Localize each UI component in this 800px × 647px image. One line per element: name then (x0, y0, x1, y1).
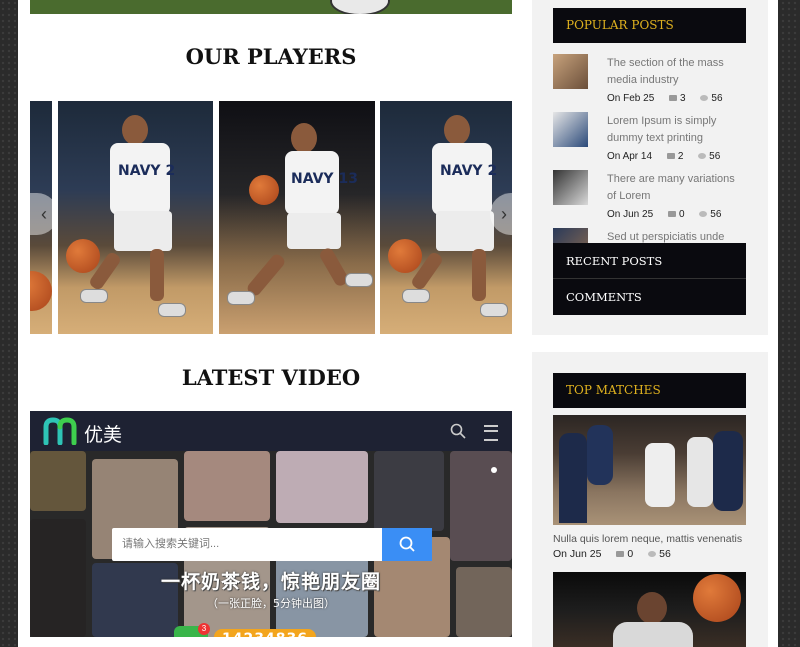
post-title[interactable]: Sed ut perspiciatis unde (607, 229, 743, 243)
match-thumbnail[interactable] (553, 415, 746, 525)
sidebar-posts-widget: POPULAR POSTS The section of the mass me… (532, 0, 768, 335)
comment-icon (616, 551, 625, 558)
match-title[interactable]: Nulla quis lorem neque, mattis venenatis (553, 533, 753, 545)
players-carousel[interactable]: NAVY 2 NAVY 13 NAVY 2 (30, 101, 512, 334)
brand-logo-icon (43, 417, 77, 445)
view-count: 56 (659, 548, 671, 560)
post-thumbnail[interactable] (553, 54, 588, 89)
post-thumbnail[interactable] (553, 170, 588, 205)
video-search-input[interactable]: 请输入搜索关键词... (112, 528, 382, 561)
match-thumbnail[interactable] (553, 572, 746, 647)
phone-number-badge[interactable]: 14234836 (214, 629, 316, 637)
popular-posts-title: POPULAR POSTS (553, 8, 746, 43)
list-item[interactable]: The section of the mass media industry O… (553, 43, 746, 104)
page: OUR PLAYERS NAVY 2 NAVY 13 NAVY 2 ‹ › LA… (18, 0, 778, 647)
menu-icon[interactable] (484, 425, 498, 441)
video-search-button[interactable] (382, 528, 432, 561)
search-icon[interactable] (450, 423, 466, 439)
top-matches-title: TOP MATCHES (553, 373, 746, 408)
video-brand-name: 优美 (84, 424, 123, 446)
video-banner-subtitle: （一张正脸，5分钟出图） (207, 597, 335, 610)
search-icon (399, 536, 415, 552)
slide-indicator-dot[interactable] (491, 467, 497, 473)
video-embed[interactable]: 优美 请输入搜索关键词... 一杯奶茶钱，惊艳朋友圈 （一张正脸，5分钟出图） … (30, 411, 512, 637)
eye-icon (648, 551, 657, 558)
post-thumbnail[interactable] (553, 228, 588, 243)
video-section-title: LATEST VIDEO (181, 365, 361, 390)
match-meta: On Jun 25 0 56 (553, 548, 671, 560)
tab-recent-posts[interactable]: RECENT POSTS (553, 243, 746, 279)
match-date: On Jun 25 (553, 548, 602, 560)
player-slide[interactable]: NAVY 13 (219, 101, 375, 334)
players-section-title: OUR PLAYERS (185, 44, 357, 69)
jersey-text: NAVY 2 (440, 163, 498, 179)
post-title[interactable]: Lorem Ipsum is simply dummy text printin… (607, 113, 743, 147)
list-item[interactable]: Lorem Ipsum is simply dummy text printin… (553, 101, 746, 162)
post-title[interactable]: The section of the mass media industry (607, 55, 743, 89)
tab-comments[interactable]: COMMENTS (553, 279, 746, 315)
post-title[interactable]: There are many variations of Lorem (607, 171, 743, 205)
notification-badge: 3 (198, 623, 210, 635)
post-thumbnail[interactable] (553, 112, 588, 147)
list-item[interactable]: There are many variations of Lorem On Ju… (553, 159, 746, 220)
top-banner-image (30, 0, 512, 14)
video-banner-text: 一杯奶茶钱，惊艳朋友圈 (160, 571, 381, 593)
jersey-text: NAVY 13 (291, 171, 358, 187)
jersey-text: NAVY 2 (118, 163, 176, 179)
comment-count: 0 (627, 548, 634, 560)
player-slide[interactable]: NAVY 2 (58, 101, 213, 334)
video-header-bar: 优美 (30, 411, 512, 451)
popular-posts-list[interactable]: The section of the mass media industry O… (553, 43, 746, 243)
list-item[interactable]: Sed ut perspiciatis unde (553, 217, 746, 243)
